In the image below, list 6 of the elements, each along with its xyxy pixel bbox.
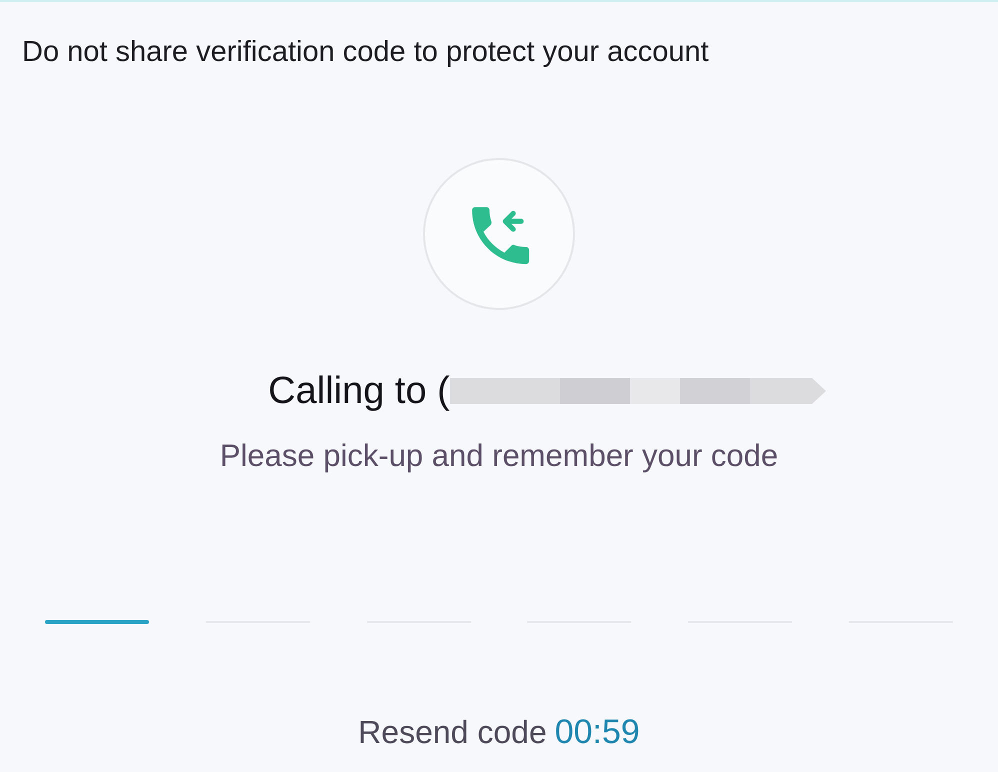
- instruction-text: Please pick-up and remember your code: [218, 437, 780, 475]
- notice-text: Do not share verification code to protect your account: [21, 35, 710, 70]
- calling-text: Calling to (: [268, 369, 450, 414]
- countdown-timer: 00:59: [554, 712, 640, 752]
- code-digit-field[interactable]: [45, 620, 149, 624]
- resend-code-label: Resend code: [358, 713, 547, 752]
